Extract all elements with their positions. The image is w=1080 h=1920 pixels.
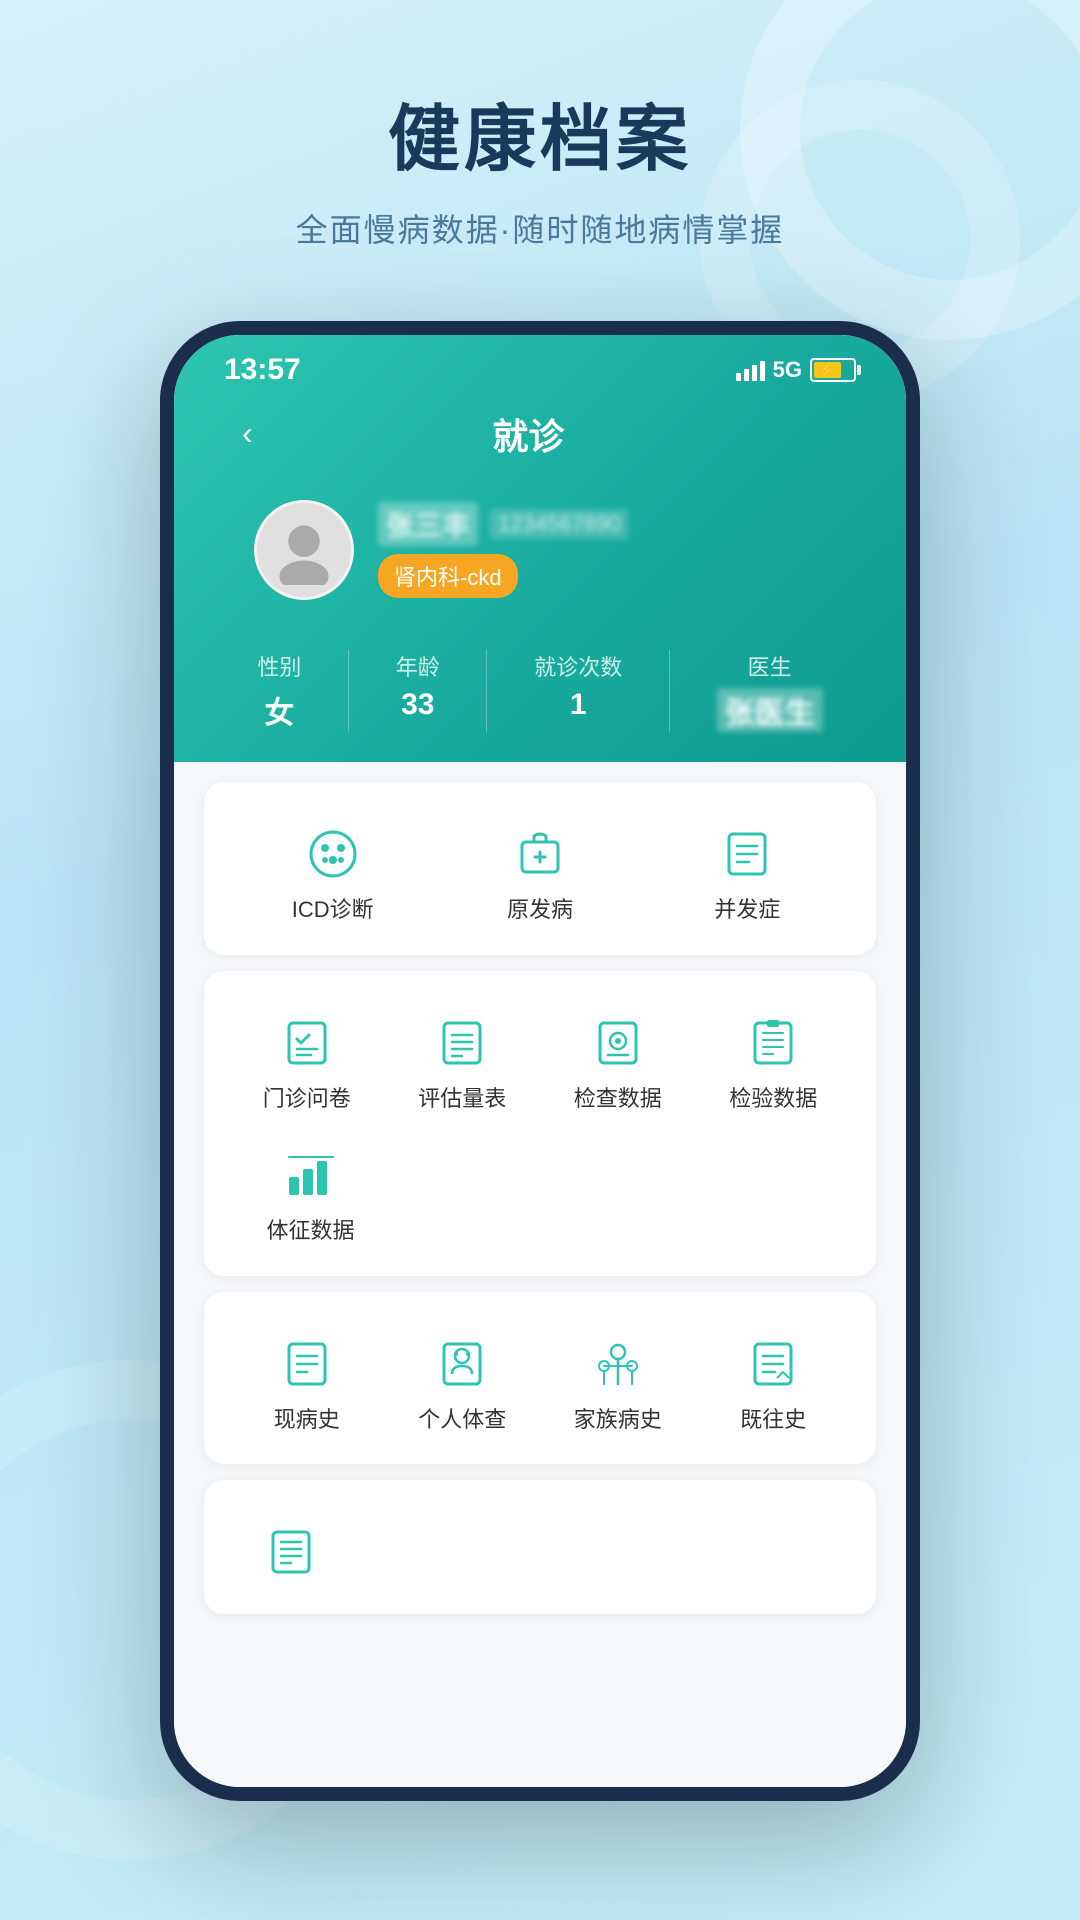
menu-item-testdata[interactable]: 检验数据 — [701, 1001, 847, 1124]
profile-row: 张三丰 1234567890 肾内科-ckd — [254, 500, 826, 600]
primary-label: 原发病 — [507, 896, 573, 925]
stat-age: 年龄 33 — [396, 650, 440, 732]
department-tag: 肾内科-ckd — [378, 554, 518, 598]
page-header: 健康档案 全面慢病数据·随时随地病情掌握 — [0, 0, 1080, 291]
evaluation-label: 评估量表 — [418, 1085, 506, 1114]
card-records: 门诊问卷 — [204, 971, 876, 1276]
stat-visits-value: 1 — [534, 688, 622, 722]
stat-age-value: 33 — [396, 688, 440, 722]
profile-info: 张三丰 1234567890 肾内科-ckd — [378, 502, 826, 598]
battery-fill: ⚡ — [814, 362, 841, 378]
vitals-icon — [279, 1143, 343, 1207]
card-records-row2: 体征数据 — [234, 1133, 846, 1256]
menu-item-icd[interactable]: ICD诊断 — [234, 812, 431, 935]
medication-icon — [259, 1520, 323, 1584]
family-history-icon — [586, 1332, 650, 1396]
stat-doctor: 医生 张医生 — [717, 650, 823, 732]
personal-exam-icon — [430, 1332, 494, 1396]
past-history-label: 既往史 — [740, 1406, 806, 1435]
profile-section: 张三丰 1234567890 肾内科-ckd — [214, 480, 866, 630]
signal-bar-3 — [752, 365, 757, 381]
scroll-content[interactable]: ICD诊断 原发病 — [174, 762, 906, 1787]
phone-frame: 13:57 5G ⚡ — [160, 321, 920, 1801]
vitals-label: 体征数据 — [266, 1217, 354, 1246]
status-bar: 13:57 5G ⚡ — [214, 335, 866, 397]
stats-row: 性别 女 年龄 33 就诊次数 1 医生 — [214, 630, 866, 762]
stat-divider-3 — [669, 650, 670, 732]
stat-divider-1 — [348, 650, 349, 732]
questionnaire-label: 门诊问卷 — [263, 1085, 351, 1114]
avatar — [254, 500, 354, 600]
signal-bars-icon — [736, 359, 765, 381]
family-history-label: 家族病史 — [574, 1406, 662, 1435]
profile-name-row: 张三丰 1234567890 — [378, 502, 826, 546]
card-history: 现病史 — [204, 1292, 876, 1465]
stat-gender-label: 性别 — [257, 650, 301, 682]
card-diagnosis-grid: ICD诊断 原发病 — [234, 812, 846, 935]
menu-item-family-history[interactable]: 家族病史 — [545, 1322, 691, 1445]
menu-item-current-history[interactable]: 现病史 — [234, 1322, 380, 1445]
icd-label: ICD诊断 — [292, 896, 374, 925]
menu-item-evaluation[interactable]: 评估量表 — [390, 1001, 536, 1124]
nav-title: 就诊 — [261, 408, 796, 460]
examdata-icon — [586, 1011, 650, 1075]
battery-bolt-icon: ⚡ — [819, 362, 836, 379]
phone-header: 13:57 5G ⚡ — [174, 335, 906, 762]
primary-disease-icon — [508, 822, 572, 886]
complications-label: 并发症 — [714, 896, 780, 925]
stat-visits: 就诊次数 1 — [534, 650, 622, 732]
signal-bar-2 — [744, 369, 749, 381]
menu-item-questionnaire[interactable]: 门诊问卷 — [234, 1001, 380, 1124]
status-time: 13:57 — [224, 353, 301, 387]
signal-bar-1 — [736, 373, 741, 381]
card-diagnosis: ICD诊断 原发病 — [204, 782, 876, 955]
profile-id: 1234567890 — [490, 509, 628, 539]
evaluation-icon — [430, 1011, 494, 1075]
stat-divider-2 — [486, 650, 487, 732]
past-history-icon — [741, 1332, 805, 1396]
icd-icon — [301, 822, 365, 886]
stat-gender: 性别 女 — [257, 650, 301, 732]
page-title: 健康档案 — [0, 80, 1080, 185]
card-medication-partial — [204, 1480, 876, 1614]
nav-bar: ‹ 就诊 — [214, 397, 866, 480]
back-button[interactable]: ‹ — [234, 407, 261, 460]
card-medication-row — [234, 1510, 846, 1594]
current-history-icon — [275, 1332, 339, 1396]
current-history-label: 现病史 — [274, 1406, 340, 1435]
menu-item-past-history[interactable]: 既往史 — [701, 1322, 847, 1445]
menu-item-primary[interactable]: 原发病 — [441, 812, 638, 935]
card-history-grid: 现病史 — [234, 1322, 846, 1445]
card-records-row1: 门诊问卷 — [234, 1001, 846, 1124]
signal-bar-4 — [760, 361, 765, 381]
stat-doctor-value: 张医生 — [717, 688, 823, 732]
personal-exam-label: 个人体查 — [418, 1406, 506, 1435]
testdata-label: 检验数据 — [729, 1085, 817, 1114]
page-subtitle: 全面慢病数据·随时随地病情掌握 — [0, 205, 1080, 251]
stat-age-label: 年龄 — [396, 650, 440, 682]
battery-icon: ⚡ — [810, 358, 856, 382]
stat-gender-value: 女 — [257, 688, 301, 732]
menu-item-personal-exam[interactable]: 个人体查 — [390, 1322, 536, 1445]
phone-screen: 13:57 5G ⚡ — [174, 335, 906, 1787]
complications-icon — [715, 822, 779, 886]
menu-item-medication[interactable] — [254, 1510, 328, 1594]
testdata-icon — [741, 1011, 805, 1075]
questionnaire-icon — [275, 1011, 339, 1075]
menu-item-complications[interactable]: 并发症 — [649, 812, 846, 935]
profile-name: 张三丰 — [378, 502, 478, 546]
phone-wrapper: 13:57 5G ⚡ — [0, 321, 1080, 1801]
examdata-label: 检查数据 — [574, 1085, 662, 1114]
menu-item-vitals[interactable]: 体征数据 — [234, 1133, 387, 1256]
stat-visits-label: 就诊次数 — [534, 650, 622, 682]
status-icons: 5G ⚡ — [736, 357, 856, 383]
menu-item-examdata[interactable]: 检查数据 — [545, 1001, 691, 1124]
stat-doctor-label: 医生 — [717, 650, 823, 682]
network-type: 5G — [773, 357, 802, 383]
